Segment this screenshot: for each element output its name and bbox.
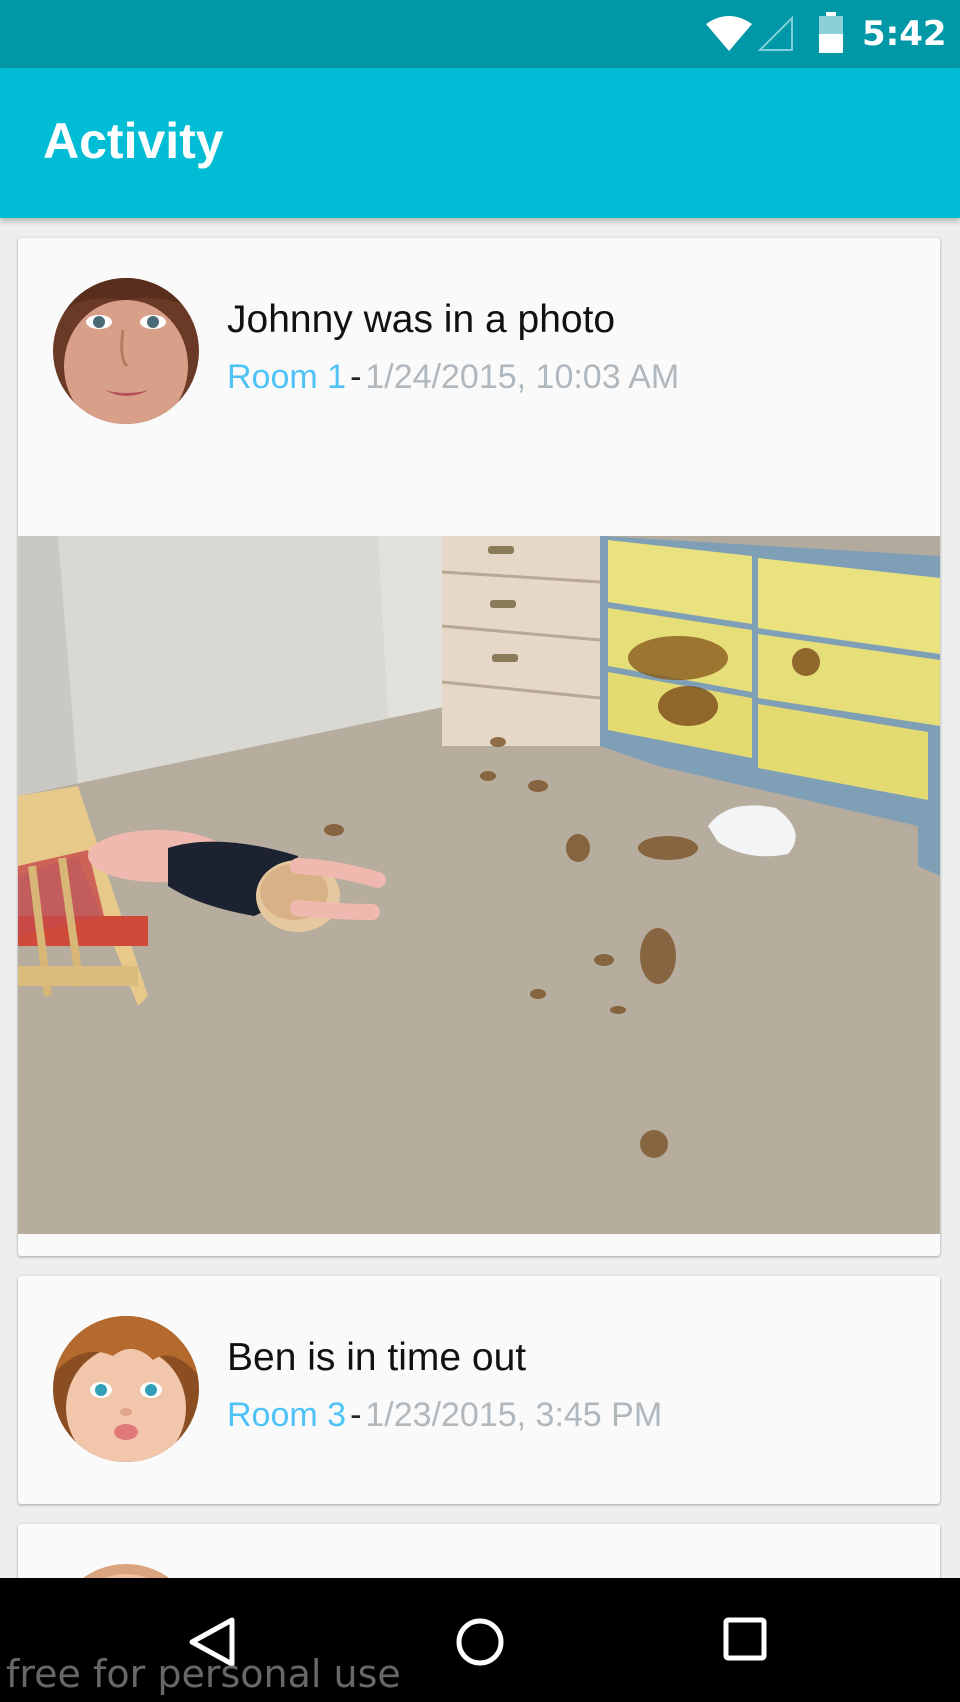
- activity-card[interactable]: Ben is in time out Room 3-1/23/2015, 3:4…: [18, 1276, 940, 1504]
- page-title: Activity: [43, 113, 224, 169]
- activity-meta: Room 3-1/23/2015, 3:45 PM: [227, 1396, 662, 1435]
- recents-icon[interactable]: [722, 1616, 768, 1662]
- meta-separator: -: [350, 1396, 362, 1434]
- watermark-text: free for personal use: [6, 1652, 401, 1696]
- activity-card[interactable]: [18, 1524, 940, 1578]
- battery-icon: [819, 12, 843, 53]
- activity-meta: Room 1-1/24/2015, 10:03 AM: [227, 358, 679, 397]
- activity-headline: Johnny was in a photo: [227, 298, 616, 341]
- timestamp: 1/23/2015, 3:45 PM: [365, 1396, 663, 1434]
- timestamp: 1/24/2015, 10:03 AM: [365, 358, 680, 396]
- avatar[interactable]: [53, 1564, 199, 1578]
- activity-feed[interactable]: Johnny was in a photo Room 1-1/24/2015, …: [0, 218, 960, 1578]
- cell-signal-icon: [758, 16, 793, 51]
- avatar[interactable]: [53, 278, 199, 424]
- avatar[interactable]: [53, 1316, 199, 1462]
- home-icon[interactable]: [454, 1616, 506, 1668]
- room-photo-image: [18, 536, 940, 1234]
- activity-photo[interactable]: [18, 536, 940, 1234]
- toddler-face-avatar-icon: [53, 1316, 199, 1462]
- child-face-avatar-icon: [53, 1564, 199, 1578]
- status-bar: 5:42: [0, 0, 960, 68]
- activity-headline: Ben is in time out: [227, 1336, 527, 1379]
- wifi-icon: [706, 16, 752, 51]
- child-face-avatar-icon: [53, 278, 199, 424]
- activity-card[interactable]: Johnny was in a photo Room 1-1/24/2015, …: [18, 238, 940, 1256]
- room-link[interactable]: Room 1: [227, 358, 346, 396]
- clock: 5:42: [862, 14, 947, 54]
- meta-separator: -: [350, 358, 362, 396]
- room-link[interactable]: Room 3: [227, 1396, 346, 1434]
- app-bar: Activity: [0, 68, 960, 218]
